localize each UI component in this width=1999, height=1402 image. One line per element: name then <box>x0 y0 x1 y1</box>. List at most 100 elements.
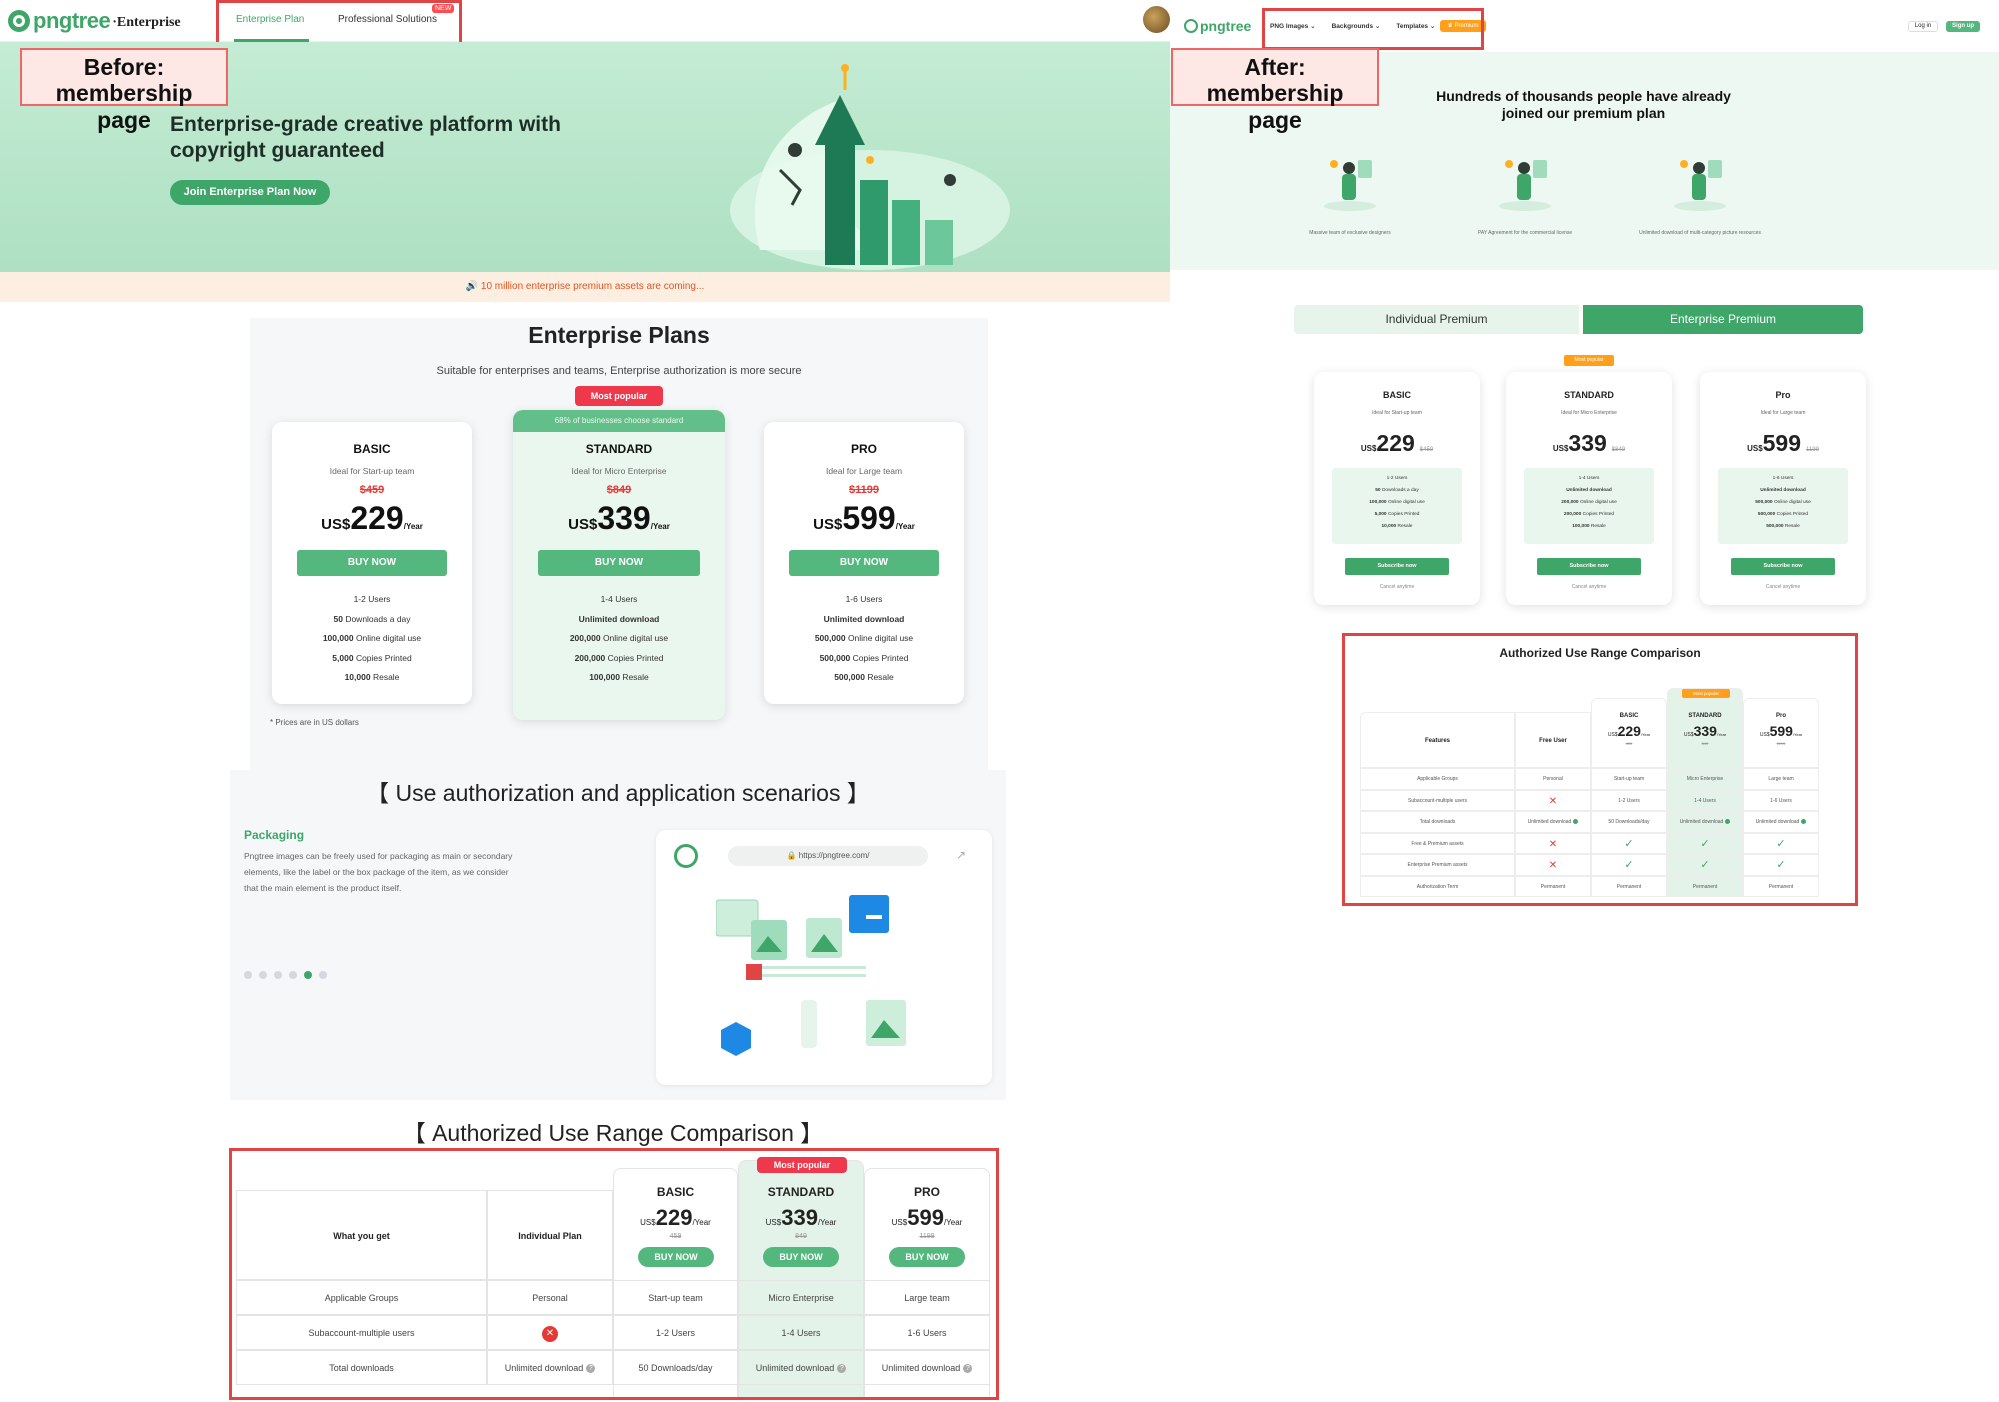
plan-feature: 5,000 Copies Printed <box>272 653 472 663</box>
feature-value: 5,000 <box>332 652 354 663</box>
plans-subtitle: Suitable for enterprises and teams, Ente… <box>436 365 802 377</box>
feature-label: Copies Printed <box>1582 512 1615 517</box>
feature-value: Unlimited download <box>578 613 660 624</box>
feature-label: Online digital use <box>1579 500 1617 505</box>
logo-word: pngtree <box>33 8 111 33</box>
tab-label: Individual Premium <box>1385 312 1488 326</box>
plan-name: STANDARD <box>1564 390 1614 400</box>
cancel-anytime-text: Cancel anytime <box>1571 584 1607 590</box>
megaphone-icon: 🔊 <box>465 281 479 292</box>
plan-feature: 100,000 Resale <box>513 672 725 682</box>
pngtree-logo-icon <box>674 844 698 868</box>
plan-price: US$229/Year <box>272 500 472 537</box>
feature-value: 10,000 <box>1381 524 1397 529</box>
plan-price: US$229 $459 <box>1314 430 1480 457</box>
plan-old-price: 1199 <box>1806 447 1819 453</box>
feature-label: Online digital use <box>1773 500 1811 505</box>
price-value: 229 <box>1376 430 1415 456</box>
carousel-dot[interactable] <box>319 971 327 979</box>
plan-feature: 200,000 Online digital use <box>513 633 725 643</box>
lock-icon: 🔒 <box>786 851 797 860</box>
feature-label: 1-2 Users <box>1386 476 1408 481</box>
signup-button[interactable]: Sign up <box>1946 21 1980 32</box>
hero-illustration <box>720 60 1010 270</box>
feature-label: Resale <box>372 672 400 682</box>
cancel-anytime-text: Cancel anytime <box>1765 584 1801 590</box>
plan-name: BASIC <box>1382 390 1411 400</box>
feature-label: Copies Printed <box>607 652 664 663</box>
carousel-dot[interactable] <box>289 971 297 979</box>
external-link-icon[interactable]: ↗ <box>956 848 966 862</box>
plan-price: US$339 $849 <box>1506 430 1672 457</box>
highlight-after-comparison <box>1342 633 1858 906</box>
tab-enterprise-premium[interactable]: Enterprise Premium <box>1583 305 1863 334</box>
price-period: /Year <box>403 522 423 531</box>
feature-value: 100,000 <box>1369 500 1387 505</box>
feature-value: 500,000 <box>814 633 846 643</box>
after-logo[interactable]: pngtree <box>1184 18 1251 34</box>
highlight-before-tabs <box>216 0 462 48</box>
url-text: https://pngtree.com/ <box>798 851 870 860</box>
buy-now-button[interactable]: BUY NOW <box>538 550 700 576</box>
tab-individual-premium[interactable]: Individual Premium <box>1294 305 1579 334</box>
hero-title: Enterprise-grade creative platform with … <box>170 112 561 165</box>
plan-feature: 200,000 Copies Printed <box>1524 512 1654 517</box>
before-logo[interactable]: pngtree ·Enterprise <box>8 8 181 34</box>
plan-feature: Unlimited download <box>764 614 964 624</box>
feature-label: Resale <box>622 672 649 682</box>
carousel-dot-active[interactable] <box>304 971 312 979</box>
scenario-carousel-dots[interactable] <box>244 966 334 984</box>
join-enterprise-button[interactable]: Join Enterprise Plan Now <box>170 180 330 205</box>
benefit-caption: Massive team of exclusive designers <box>1309 230 1391 236</box>
logo-suffix: ·Enterprise <box>112 15 181 30</box>
subscribe-now-button[interactable]: Subscribe now <box>1537 558 1641 575</box>
scenario-text-line: elements, like the label or the box pack… <box>244 867 509 877</box>
carousel-dot[interactable] <box>259 971 267 979</box>
benefit-caption: Unlimited download of multi-category pic… <box>1639 230 1761 236</box>
feature-value: Unlimited download <box>823 613 905 624</box>
plan-desc: Ideal for Start-up team <box>1372 410 1422 416</box>
plan-feature: 5,000 Copies Printed <box>1332 512 1462 517</box>
plan-feature: 100,000 Online digital use <box>272 633 472 643</box>
user-avatar[interactable] <box>1143 6 1170 33</box>
plan-name: Pro <box>1775 390 1791 400</box>
feature-label: 1-4 Users <box>1578 476 1600 481</box>
feature-label: Resale <box>1590 524 1606 529</box>
subscribe-now-button[interactable]: Subscribe now <box>1731 558 1835 575</box>
feature-label: 1-6 Users <box>845 594 883 604</box>
carousel-dot[interactable] <box>244 971 252 979</box>
plan-feature: 50 Downloads a day <box>1332 488 1462 493</box>
carousel-dot[interactable] <box>274 971 282 979</box>
feature-label: 1-2 Users <box>353 594 391 604</box>
url-bar: 🔒 https://pngtree.com/ <box>728 846 928 866</box>
price-period: /Year <box>895 522 915 531</box>
feature-value: 500,000 <box>834 672 865 682</box>
login-button[interactable]: Log in <box>1908 21 1938 32</box>
plan-feature: 1-6 Users <box>1718 476 1848 481</box>
cancel-anytime-text: Cancel anytime <box>1379 584 1415 590</box>
feature-value: 10,000 <box>344 672 371 682</box>
subscribe-now-button[interactable]: Subscribe now <box>1345 558 1449 575</box>
plan-name: BASIC <box>353 442 391 456</box>
feature-label: Copies Printed <box>1387 512 1420 517</box>
buy-now-button[interactable]: BUY NOW <box>297 550 447 576</box>
most-popular-badge: Most popular <box>1564 355 1614 366</box>
plans-title: Enterprise Plans <box>528 322 710 348</box>
plan-price: US$339/Year <box>513 500 725 537</box>
feature-label: Online digital use <box>847 633 914 643</box>
benefit-item: Massive team of exclusive designers <box>1260 152 1440 252</box>
feature-label: Resale <box>867 672 894 682</box>
feature-label: Resale <box>1397 524 1413 529</box>
feature-value: 100,000 <box>1572 524 1590 529</box>
feature-label: Downloads a day <box>1381 488 1419 493</box>
plan-feature: 1-2 Users <box>272 594 472 604</box>
after-callout: After: membership page <box>1171 48 1379 133</box>
price-value: 339 <box>1568 430 1607 456</box>
highlight-after-nav <box>1262 8 1484 50</box>
buy-now-button[interactable]: BUY NOW <box>789 550 939 576</box>
scenario-item-title: Packaging <box>244 828 305 842</box>
plan-feature: 500,000 Resale <box>1718 524 1848 529</box>
plan-feature: 500,000 Copies Printed <box>1718 512 1848 517</box>
price-value: 599 <box>1762 430 1802 456</box>
price-period: /Year <box>650 522 670 531</box>
